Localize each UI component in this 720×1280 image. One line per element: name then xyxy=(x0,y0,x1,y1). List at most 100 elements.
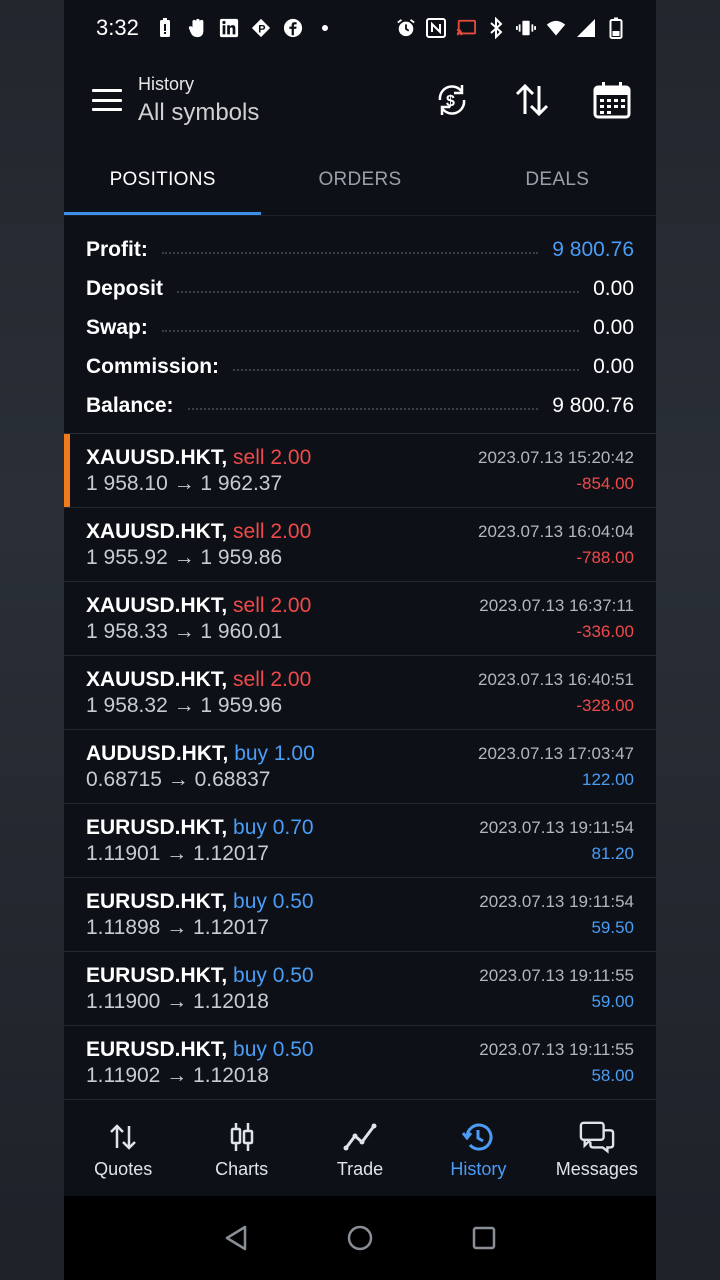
deal-symbol: EURUSD.HKT, xyxy=(86,1037,228,1061)
deal-result: 2023.07.13 19:11:54 59.50 xyxy=(479,878,634,951)
symbol-filter[interactable]: All symbols xyxy=(138,99,259,127)
deal-type: sell 2.00 xyxy=(233,593,312,617)
deal-type: buy 0.50 xyxy=(233,1037,314,1061)
active-tab-indicator xyxy=(64,212,261,215)
deal-result: 2023.07.13 16:40:51 -328.00 xyxy=(478,656,634,729)
profit-value: 9 800.76 xyxy=(552,237,634,261)
deal-result: 2023.07.13 16:04:04 -788.00 xyxy=(478,508,634,581)
deal-prices: 1 955.92 → 1 959.86 xyxy=(86,545,283,569)
nav-trade[interactable]: Trade xyxy=(301,1102,419,1196)
bottom-navigation: Quotes Charts Trade History Messages xyxy=(64,1102,656,1196)
battery-alert-icon xyxy=(155,17,175,39)
list-item[interactable]: XAUUSD.HKT, sell 2.00 1 958.10 → 1 962.3… xyxy=(64,434,656,508)
deal-prices: 1.11901 → 1.12017 xyxy=(86,841,269,865)
deal-type: sell 2.00 xyxy=(233,519,312,543)
summary-row-deposit: Deposit 0.00 xyxy=(86,269,634,308)
nav-messages[interactable]: Messages xyxy=(538,1102,656,1196)
status-system-icons xyxy=(396,17,626,39)
calendar-icon[interactable] xyxy=(588,76,636,124)
quotes-icon xyxy=(105,1119,141,1155)
backdrop-right xyxy=(656,0,720,1280)
home-icon[interactable] xyxy=(340,1218,380,1258)
nav-quotes[interactable]: Quotes xyxy=(64,1102,182,1196)
list-item[interactable]: XAUUSD.HKT, sell 2.00 1 955.92 → 1 959.8… xyxy=(64,508,656,582)
nfc-icon xyxy=(426,17,446,39)
hamburger-menu-icon[interactable] xyxy=(92,89,122,111)
alarm-icon xyxy=(396,17,416,39)
deal-header: EURUSD.HKT, buy 0.50 xyxy=(86,1038,479,1062)
backdrop-left xyxy=(0,0,64,1280)
dotted-leader xyxy=(161,251,539,254)
deal-time: 2023.07.13 16:37:11 xyxy=(479,595,634,615)
summary-row-profit: Profit: 9 800.76 xyxy=(86,230,634,269)
summary-row-balance: Balance: 9 800.76 xyxy=(86,386,634,425)
nav-charts[interactable]: Charts xyxy=(182,1102,300,1196)
history-icon xyxy=(460,1119,496,1155)
system-navigation-bar xyxy=(64,1196,656,1280)
deal-prices: 1.11902 → 1.12018 xyxy=(86,1063,269,1087)
list-item[interactable]: EURUSD.HKT, buy 0.70 1.11901 → 1.12017 2… xyxy=(64,804,656,878)
deal-profit: -788.00 xyxy=(576,547,634,567)
deal-prices: 1 958.32 → 1 959.96 xyxy=(86,693,283,717)
commission-label: Commission: xyxy=(86,354,220,378)
summary-row-commission: Commission: 0.00 xyxy=(86,347,634,386)
nav-label: Trade xyxy=(336,1158,384,1179)
deal-profit: 122.00 xyxy=(582,769,634,789)
balance-value: 9 800.76 xyxy=(552,393,634,417)
list-item[interactable]: XAUUSD.HKT, sell 2.00 1 958.32 → 1 959.9… xyxy=(64,656,656,730)
history-tabs: POSITIONS ORDERS DEALS xyxy=(64,144,656,216)
deal-time: 2023.07.13 19:11:54 xyxy=(479,817,634,837)
facebook-icon xyxy=(283,17,303,39)
deal-info: XAUUSD.HKT, sell 2.00 1 958.32 → 1 959.9… xyxy=(86,656,478,729)
deal-result: 2023.07.13 16:37:11 -336.00 xyxy=(479,582,634,655)
title-block[interactable]: History All symbols xyxy=(138,74,259,127)
deal-info: AUDUSD.HKT, buy 1.00 0.68715 → 0.68837 xyxy=(86,730,478,803)
list-item[interactable]: EURUSD.HKT, buy 0.50 1.11900 → 1.12018 2… xyxy=(64,952,656,1026)
tab-positions[interactable]: POSITIONS xyxy=(64,144,261,215)
deal-symbol: XAUUSD.HKT, xyxy=(86,593,228,617)
deal-profit: -328.00 xyxy=(576,695,634,715)
deal-result: 2023.07.13 15:20:42 -854.00 xyxy=(478,434,634,507)
swap-value: 0.00 xyxy=(593,315,634,339)
dotted-leader xyxy=(161,329,580,332)
list-item[interactable]: EURUSD.HKT, buy 0.50 1.11898 → 1.12017 2… xyxy=(64,878,656,952)
nav-history[interactable]: History xyxy=(419,1102,537,1196)
deal-type: buy 0.70 xyxy=(233,815,314,839)
bluetooth-icon xyxy=(486,17,506,39)
linkedin-icon xyxy=(219,17,239,39)
deal-profit: 81.20 xyxy=(591,843,634,863)
deal-header: EURUSD.HKT, buy 0.50 xyxy=(86,964,479,988)
deal-prices: 1 958.10 → 1 962.37 xyxy=(86,471,283,495)
deal-info: EURUSD.HKT, buy 0.70 1.11901 → 1.12017 xyxy=(86,804,479,877)
status-time: 3:32 xyxy=(96,15,139,40)
dotted-leader xyxy=(233,368,580,371)
tab-orders[interactable]: ORDERS xyxy=(261,144,458,215)
svg-text:$: $ xyxy=(446,93,455,110)
deal-symbol: XAUUSD.HKT, xyxy=(86,445,228,469)
messages-icon xyxy=(579,1119,615,1155)
vibrate-icon xyxy=(516,17,536,39)
list-item[interactable]: AUDUSD.HKT, buy 1.00 0.68715 → 0.68837 2… xyxy=(64,730,656,804)
sort-icon[interactable] xyxy=(508,76,556,124)
deal-result: 2023.07.13 19:11:54 81.20 xyxy=(479,804,634,877)
recents-icon[interactable] xyxy=(464,1218,504,1258)
deal-type: sell 2.00 xyxy=(233,445,312,469)
deal-header: XAUUSD.HKT, sell 2.00 xyxy=(86,520,478,544)
list-item[interactable]: XAUUSD.HKT, sell 2.00 1 958.33 → 1 960.0… xyxy=(64,582,656,656)
deal-type: buy 0.50 xyxy=(233,889,314,913)
deal-result: 2023.07.13 17:03:47 122.00 xyxy=(478,730,634,803)
tab-deals[interactable]: DEALS xyxy=(459,144,656,215)
deal-time: 2023.07.13 16:40:51 xyxy=(478,669,634,689)
nav-label: History xyxy=(450,1158,507,1179)
deal-prices: 0.68715 → 0.68837 xyxy=(86,767,271,791)
deal-time: 2023.07.13 15:20:42 xyxy=(478,447,634,467)
list-item[interactable]: EURUSD.HKT, buy 0.50 1.11902 → 1.12018 2… xyxy=(64,1026,656,1100)
deal-profit: 59.50 xyxy=(591,917,634,937)
back-icon[interactable] xyxy=(216,1218,256,1258)
nav-label: Charts xyxy=(215,1158,269,1179)
deal-info: XAUUSD.HKT, sell 2.00 1 958.10 → 1 962.3… xyxy=(86,434,478,507)
sync-dollar-icon[interactable]: $ xyxy=(428,76,476,124)
deposit-label: Deposit xyxy=(86,276,164,300)
deal-time: 2023.07.13 17:03:47 xyxy=(478,743,634,763)
swap-label: Swap: xyxy=(86,315,148,339)
